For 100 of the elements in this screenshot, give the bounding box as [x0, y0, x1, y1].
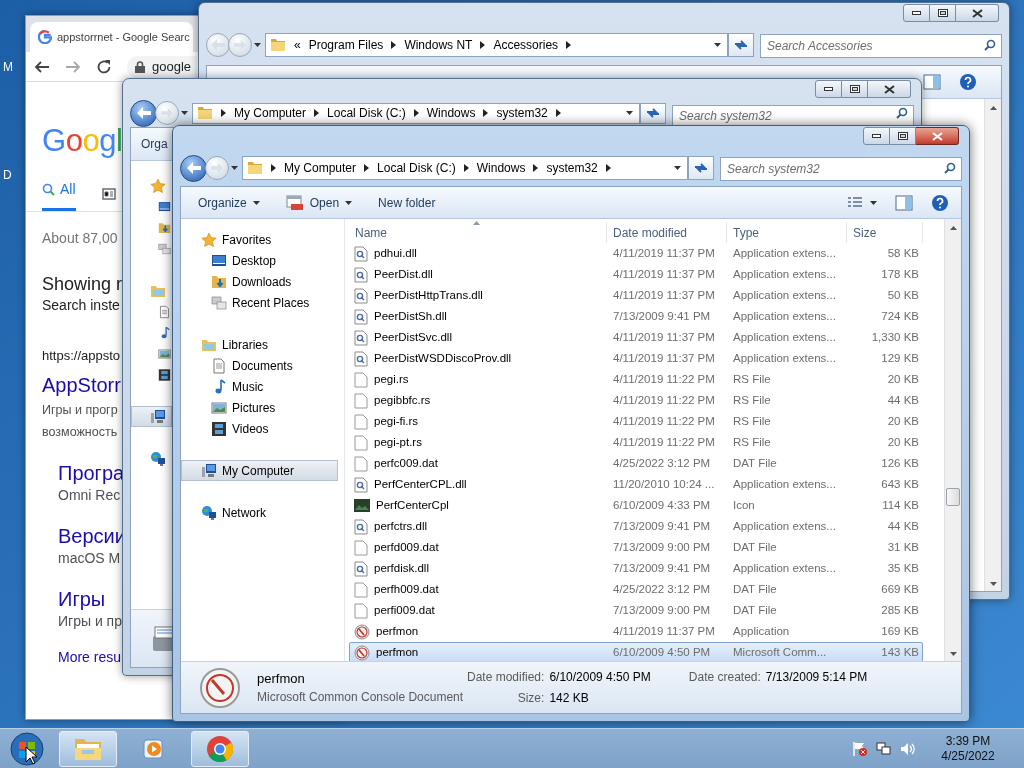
- file-row[interactable]: PeerDist.dll 4/11/2019 11:37 PM Application extens... 178 KB: [349, 264, 923, 285]
- file-row[interactable]: perfi009.dat 7/13/2009 9:00 PM DAT File 285 KB: [349, 600, 923, 621]
- file-row[interactable]: PerfCenterCpl 6/10/2009 4:33 PM Icon 114 KB: [349, 495, 923, 516]
- chevron-icon[interactable]: [463, 164, 469, 172]
- address-bar[interactable]: My Computer Local Disk (C:) Windows system32: [242, 156, 688, 180]
- desktop-icon-label[interactable]: D: [3, 166, 13, 184]
- scroll-down-icon[interactable]: [989, 582, 997, 586]
- toolbar-button[interactable]: New folder: [371, 190, 443, 215]
- clock[interactable]: 3:39 PM 4/25/2022: [930, 733, 1006, 764]
- chevron-icon[interactable]: [314, 109, 320, 117]
- breadcrumb[interactable]: Program Files: [308, 36, 384, 54]
- toolbar-menu-button[interactable]: Open: [278, 190, 360, 215]
- refresh-button[interactable]: [728, 33, 754, 57]
- file-row[interactable]: PeerDistHttpTrans.dll 4/11/2019 11:37 PM Application extens... 50 KB: [349, 285, 923, 306]
- preview-pane-icon[interactable]: [923, 74, 941, 90]
- minimize-button[interactable]: [863, 127, 890, 145]
- reload-icon[interactable]: [96, 58, 112, 75]
- file-row[interactable]: perfdisk.dll 7/13/2009 9:41 PM Application extens... 35 KB: [349, 558, 923, 579]
- breadcrumb[interactable]: Local Disk (C:): [377, 159, 456, 177]
- file-row[interactable]: perfd009.dat 7/13/2009 9:00 PM DAT File 31 KB: [349, 537, 923, 558]
- file-row[interactable]: perfh009.dat 4/25/2022 3:12 PM DAT File 669 KB: [349, 579, 923, 600]
- back-icon[interactable]: [34, 58, 50, 75]
- file-row[interactable]: perfctrs.dll 7/13/2009 9:41 PM Application extens... 44 KB: [349, 516, 923, 537]
- chevron-icon[interactable]: [555, 109, 561, 117]
- sidebar-item[interactable]: Pictures: [181, 397, 338, 418]
- breadcrumb[interactable]: Local Disk (C:): [327, 104, 406, 122]
- sidebar-item[interactable]: Network: [181, 502, 338, 523]
- breadcrumb[interactable]: system32: [496, 104, 548, 122]
- file-row[interactable]: perfmon 6/10/2009 4:50 PM Microsoft Comm... 143 KB: [349, 642, 923, 663]
- file-row[interactable]: PeerDistSvc.dll 4/11/2019 11:37 PM Application extens... 1,330 KB: [349, 327, 923, 348]
- file-row[interactable]: PeerDistSh.dll 7/13/2009 9:41 PM Application extens... 724 KB: [349, 306, 923, 327]
- chevron-icon[interactable]: [221, 109, 226, 117]
- breadcrumb[interactable]: Windows: [476, 159, 526, 177]
- close-button[interactable]: [916, 127, 959, 145]
- file-row[interactable]: pegibbfc.rs 4/11/2019 11:22 PM RS File 44 KB: [349, 390, 923, 411]
- result-link[interactable]: AppStorr: [42, 371, 121, 398]
- search-field[interactable]: Search Accessories: [760, 34, 1002, 58]
- scroll-down-icon[interactable]: [949, 652, 957, 656]
- organize-menu[interactable]: Orga: [141, 135, 168, 153]
- column-header[interactable]: Name: [349, 222, 607, 243]
- vertical-scrollbar[interactable]: [944, 219, 961, 661]
- sidebar-item[interactable]: Desktop: [181, 250, 338, 271]
- sidebar-item[interactable]: Downloads: [181, 271, 338, 292]
- breadcrumb[interactable]: Accessories: [493, 36, 559, 54]
- back-button[interactable]: [130, 99, 157, 127]
- toolbar-menu-button[interactable]: Organize: [191, 190, 267, 215]
- close-button[interactable]: [956, 4, 999, 22]
- chevron-icon[interactable]: [413, 109, 419, 117]
- search-field[interactable]: Search system32: [672, 105, 914, 126]
- sidebar-item[interactable]: Recent Places: [181, 292, 338, 313]
- file-row[interactable]: pdhui.dll 4/11/2019 11:37 PM Application extens... 58 KB: [349, 243, 923, 264]
- sidebar-item[interactable]: Documents: [181, 355, 338, 376]
- sitelink[interactable]: Игры: [58, 585, 106, 612]
- minimize-button[interactable]: [903, 4, 930, 22]
- sidebar-item[interactable]: Music: [181, 376, 338, 397]
- chevron-icon[interactable]: [364, 164, 370, 172]
- address-bar[interactable]: « Program Files Windows NT Accessories: [265, 33, 728, 57]
- chevron-icon[interactable]: [566, 41, 572, 49]
- help-icon[interactable]: [931, 193, 949, 212]
- breadcrumb[interactable]: Windows NT: [404, 36, 473, 54]
- scroll-up-icon[interactable]: [989, 106, 997, 110]
- breadcrumb[interactable]: My Computer: [284, 159, 357, 177]
- search-field[interactable]: Search system32: [720, 157, 962, 181]
- vertical-scrollbar[interactable]: [984, 99, 1001, 591]
- file-row[interactable]: pegi-fi.rs 4/11/2019 11:22 PM RS File 20 KB: [349, 411, 923, 432]
- breadcrumb[interactable]: system32: [546, 159, 598, 177]
- desktop-icon-label[interactable]: M: [3, 58, 13, 76]
- file-row[interactable]: pegi.rs 4/11/2019 11:22 PM RS File 20 KB: [349, 369, 923, 390]
- maximize-button[interactable]: [890, 127, 916, 145]
- column-header[interactable]: Size: [847, 222, 923, 243]
- file-row[interactable]: perfmon 4/11/2019 11:37 PM Application 169 KB: [349, 621, 923, 642]
- sitelink[interactable]: Програ: [58, 459, 125, 486]
- sidebar-item[interactable]: [131, 406, 172, 427]
- sidebar-item[interactable]: Libraries: [181, 334, 338, 355]
- address-bar[interactable]: google: [127, 55, 197, 78]
- sidebar-item[interactable]: My Computer: [181, 460, 338, 481]
- url-text[interactable]: google: [152, 56, 192, 77]
- close-button[interactable]: [868, 80, 911, 98]
- chevron-icon[interactable]: [480, 41, 486, 49]
- overflow-chevrons[interactable]: «: [294, 36, 301, 54]
- column-header[interactable]: Type: [727, 222, 847, 243]
- file-row[interactable]: PeerDistWSDDiscoProv.dll 4/11/2019 11:37 PM Application extens... 129 KB: [349, 348, 923, 369]
- taskbar-button[interactable]: [191, 730, 249, 767]
- maximize-button[interactable]: [930, 4, 956, 22]
- sidebar-item[interactable]: Favorites: [181, 229, 338, 250]
- breadcrumb[interactable]: My Computer: [234, 104, 307, 122]
- sidebar-item[interactable]: Videos: [181, 418, 338, 439]
- chevron-icon[interactable]: [605, 164, 611, 172]
- view-menu-button[interactable]: [848, 196, 877, 209]
- refresh-button[interactable]: [688, 156, 714, 180]
- address-bar[interactable]: My Computer Local Disk (C:) Windows system32: [192, 102, 640, 124]
- maximize-button[interactable]: [842, 80, 868, 98]
- chevron-icon[interactable]: [391, 41, 397, 49]
- file-row[interactable]: perfc009.dat 4/25/2022 3:12 PM DAT File 126 KB: [349, 453, 923, 474]
- file-row[interactable]: PerfCenterCPL.dll 11/20/2010 10:24 ... Application extens... 643 KB: [349, 474, 923, 495]
- scroll-thumb[interactable]: [946, 488, 960, 506]
- minimize-button[interactable]: [815, 80, 842, 98]
- browser-tab[interactable]: appstorrnet - Google Searc: [30, 22, 193, 52]
- more-results-link[interactable]: More resu: [58, 646, 122, 668]
- file-row[interactable]: pegi-pt.rs 4/11/2019 11:22 PM RS File 20 KB: [349, 432, 923, 453]
